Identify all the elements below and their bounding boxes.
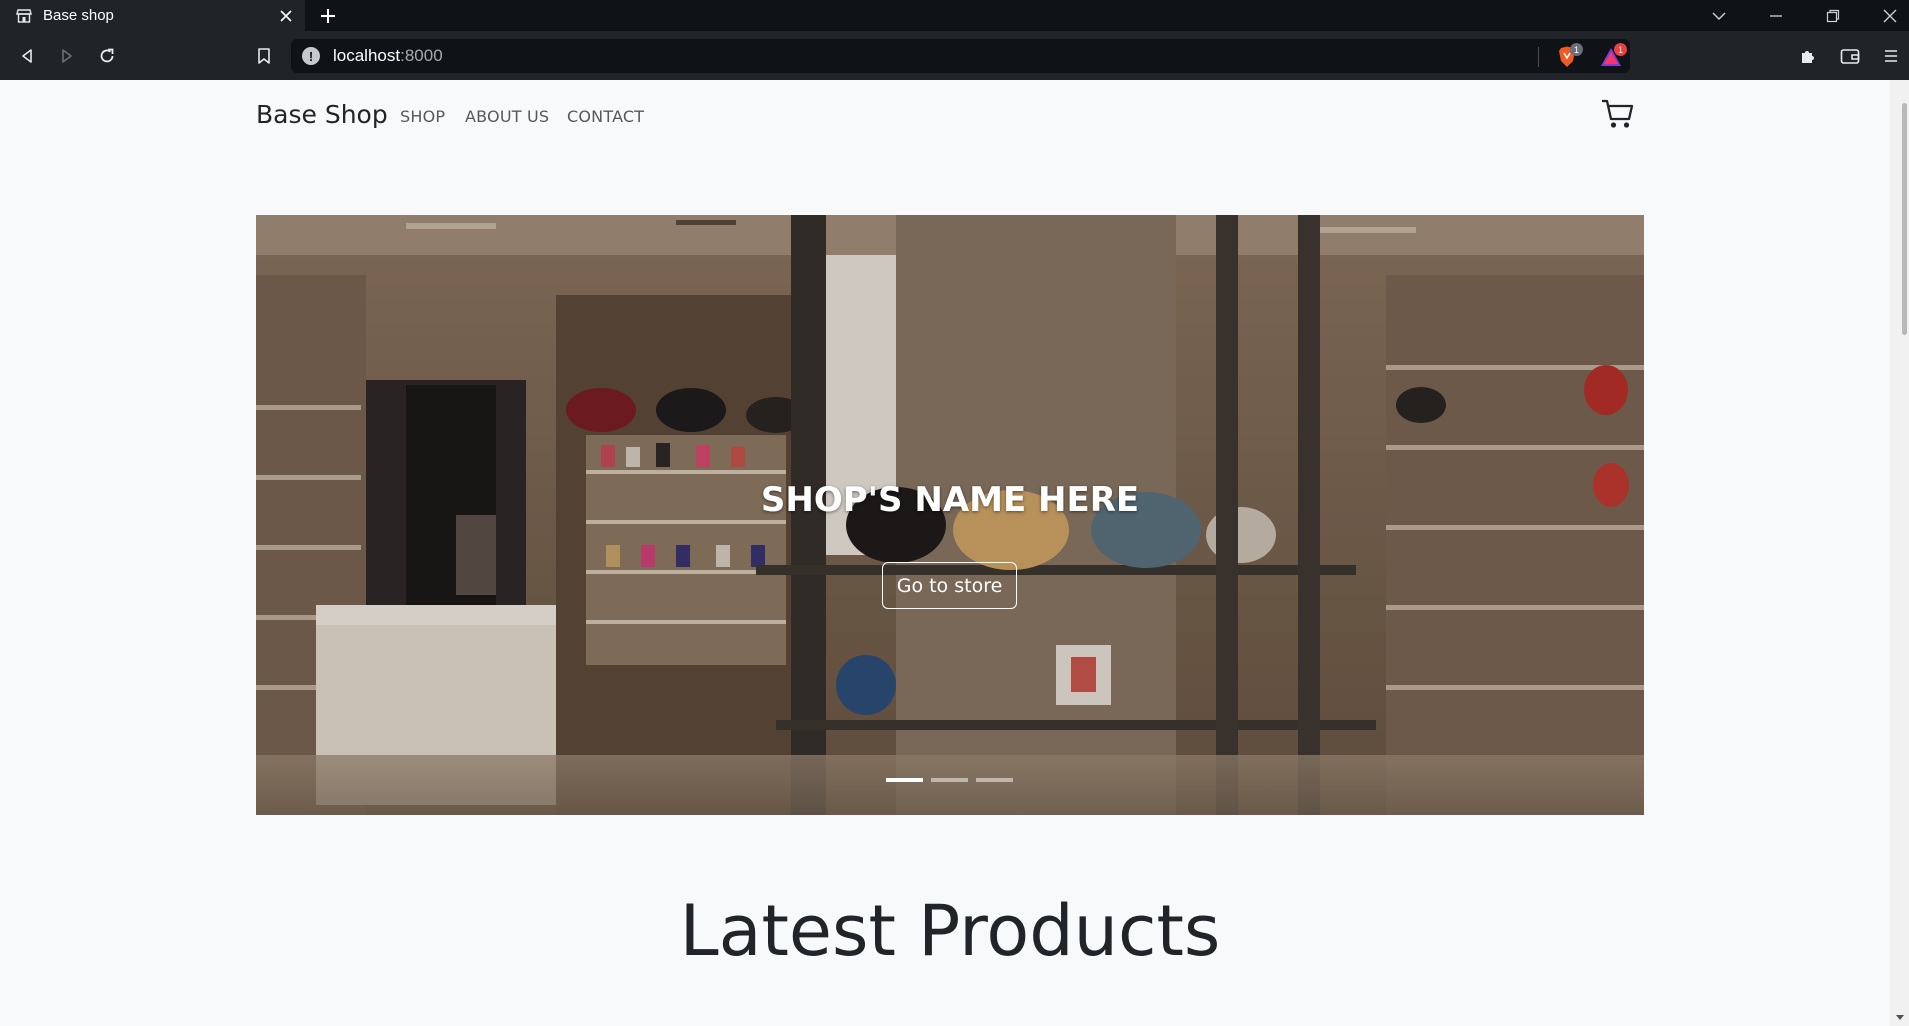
shop-favicon-icon [15,7,33,25]
close-tab-icon[interactable] [276,6,296,26]
back-icon[interactable] [13,42,41,70]
rewards-badge: 1 [1614,43,1627,56]
carousel-indicator-2[interactable] [931,778,968,782]
page-scrollbar[interactable] [1890,80,1909,1026]
url-text[interactable]: localhost:8000 [333,46,443,66]
reload-icon[interactable] [93,42,121,70]
url-separator [1538,47,1539,67]
shields-badge: 1 [1570,43,1583,56]
scrollbar-thumb[interactable] [1902,103,1907,335]
tab-search-chevron-down-icon[interactable] [1706,3,1732,29]
tab-base-shop[interactable]: Base shop [0,0,305,31]
bookmark-icon[interactable] [250,42,278,70]
carousel-indicator-1[interactable] [886,778,923,782]
new-tab-button[interactable] [316,4,340,28]
tab-strip: Base shop [0,0,1909,31]
close-window-icon[interactable] [1877,3,1903,29]
address-bar[interactable]: ! localhost:8000 1 1 [291,39,1630,73]
forward-icon[interactable] [53,42,81,70]
tab-title: Base shop [43,7,114,24]
minimize-icon[interactable] [1763,3,1789,29]
brave-shields-icon[interactable]: 1 [1554,43,1583,70]
page-viewport: Base Shop SHOP ABOUT US CONTACT SHOP'S N… [0,80,1890,1026]
nav-contact-link[interactable]: CONTACT [567,107,644,126]
wallet-icon[interactable] [1836,42,1864,70]
hero-carousel: SHOP'S NAME HERE Go to store [256,215,1644,815]
site-navbar: Base Shop SHOP ABOUT US CONTACT [256,80,1644,150]
site-info-icon[interactable]: ! [302,47,320,65]
carousel-indicator-3[interactable] [976,778,1013,782]
shopping-cart-icon[interactable] [1601,98,1635,130]
nav-shop-link[interactable]: SHOP [400,107,445,126]
restore-icon[interactable] [1820,3,1846,29]
brand-logo-text[interactable]: Base Shop [256,100,388,129]
carousel-indicators [886,778,1013,782]
brave-rewards-icon[interactable]: 1 [1598,43,1627,70]
nav-about-us-link[interactable]: ABOUT US [465,107,549,126]
go-to-store-button[interactable]: Go to store [882,562,1017,609]
menu-icon[interactable] [1877,42,1905,70]
scroll-down-arrow-icon[interactable] [1896,1015,1904,1020]
extensions-puzzle-icon[interactable] [1794,42,1822,70]
hero-title: SHOP'S NAME HERE [760,480,1140,520]
latest-products-heading: Latest Products [679,890,1221,972]
browser-window: Base shop ! localhost:8000 1 1 Base Shop… [0,0,1909,1026]
